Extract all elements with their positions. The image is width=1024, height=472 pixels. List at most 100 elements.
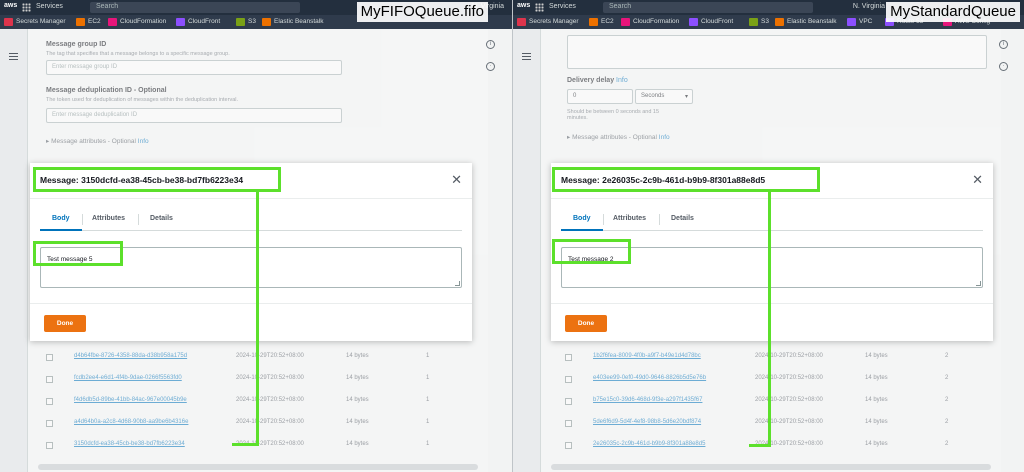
tab-body[interactable]: Body xyxy=(52,215,70,222)
services-menu[interactable]: Services xyxy=(549,3,576,10)
table-row[interactable]: 5de6f6d9-5d4f-4ef8-98b8-5d6e20bdf874 202… xyxy=(565,413,985,435)
services-menu[interactable]: Services xyxy=(36,3,63,10)
ec2-icon xyxy=(589,18,598,26)
cloudfront-icon xyxy=(176,18,185,26)
message-id-link[interactable]: fcdb2ee4-e6d1-4f4b-9dae-0266f5563fd0 xyxy=(74,375,182,381)
tab-attributes[interactable]: Attributes xyxy=(613,215,646,222)
message-id-link[interactable]: 3150dcfd-ea38-45cb-be38-bd7fb6223e34 xyxy=(74,441,185,447)
sent-time: 2024-10-29T20:52+08:00 xyxy=(236,375,304,381)
message-body-text: Test message 5 xyxy=(47,256,93,263)
table-row[interactable]: d4b64fbe-8726-4358-88da-d38b958a175d 202… xyxy=(46,347,466,369)
message-body-input[interactable] xyxy=(567,35,987,69)
message-size: 14 bytes xyxy=(865,419,888,425)
done-button[interactable]: Done xyxy=(44,315,86,332)
table-row[interactable]: fcdb2ee4-e6d1-4f4b-9dae-0266f5563fd0 202… xyxy=(46,369,466,391)
delivery-delay-label: Delivery delay Info xyxy=(567,77,628,84)
message-size: 14 bytes xyxy=(346,397,369,403)
favorite-elastic-beanstalk[interactable]: Elastic Beanstalk xyxy=(262,17,324,27)
favorite-cloudfront[interactable]: CloudFront xyxy=(176,17,220,27)
delivery-delay-unit-select[interactable]: Seconds ▾ xyxy=(635,89,693,104)
group-id-input[interactable]: Enter message group ID xyxy=(46,60,342,75)
message-id-link[interactable]: f4d6db5d-89be-41bb-84ac-967e00045b9e xyxy=(74,397,187,403)
receive-count: 1 xyxy=(426,375,430,381)
services-grid-icon[interactable] xyxy=(535,3,544,12)
resize-handle-icon[interactable] xyxy=(455,281,460,286)
favorite-secrets-manager[interactable]: Secrets Manager xyxy=(4,17,66,27)
message-size: 14 bytes xyxy=(346,375,369,381)
active-tab-indicator xyxy=(40,229,82,231)
tab-body[interactable]: Body xyxy=(573,215,591,222)
close-icon[interactable]: ✕ xyxy=(451,172,462,188)
info-icon[interactable]: i xyxy=(486,40,495,49)
group-id-label: Message group ID xyxy=(46,41,107,48)
delivery-delay-input[interactable]: 0 xyxy=(567,89,633,104)
close-icon[interactable]: ✕ xyxy=(972,172,983,188)
sent-time: 2024-10-29T20:52+08:00 xyxy=(755,419,823,425)
message-attributes-toggle[interactable]: ▸ Message attributes - Optional Info xyxy=(46,137,149,145)
message-id-link[interactable]: e403ee99-0ef0-49d0-9646-8826b5d5e76b xyxy=(593,375,706,381)
menu-icon[interactable] xyxy=(9,53,18,60)
row-checkbox[interactable] xyxy=(46,420,53,427)
favorite-vpc[interactable]: VPC xyxy=(847,17,872,27)
message-id-link[interactable]: 1b2f6fea-8009-4f0b-a9f7-b49e1d4d78bc xyxy=(593,353,701,359)
tab-divider xyxy=(603,214,604,225)
row-checkbox[interactable] xyxy=(565,442,572,449)
search-input[interactable]: Search xyxy=(603,2,813,13)
row-checkbox[interactable] xyxy=(46,354,53,361)
message-id-link[interactable]: d4b64fbe-8726-4358-88da-d38b958a175d xyxy=(74,353,187,359)
tab-details[interactable]: Details xyxy=(671,215,694,222)
favorite-ec2[interactable]: EC2 xyxy=(76,17,101,27)
feedback-icon[interactable]: · xyxy=(486,62,495,71)
table-row[interactable]: 3150dcfd-ea38-45cb-be38-bd7fb6223e34 202… xyxy=(46,435,466,457)
tab-details[interactable]: Details xyxy=(150,215,173,222)
aws-logo[interactable]: aws xyxy=(517,2,530,9)
row-checkbox[interactable] xyxy=(46,442,53,449)
row-checkbox[interactable] xyxy=(565,376,572,383)
secrets-manager-icon xyxy=(4,18,13,26)
row-checkbox[interactable] xyxy=(565,398,572,405)
favorite-secrets-manager[interactable]: Secrets Manager xyxy=(517,17,579,27)
favorite-ec2[interactable]: EC2 xyxy=(589,17,614,27)
table-row[interactable]: f4d6db5d-89be-41bb-84ac-967e00045b9e 202… xyxy=(46,391,466,413)
favorite-cloudformation[interactable]: CloudFormation xyxy=(108,17,166,27)
message-size: 14 bytes xyxy=(865,353,888,359)
tab-attributes[interactable]: Attributes xyxy=(92,215,125,222)
row-checkbox[interactable] xyxy=(46,398,53,405)
resize-handle-icon[interactable] xyxy=(976,281,981,286)
secrets-manager-icon xyxy=(517,18,526,26)
message-id-link[interactable]: a4d64b0a-a2c8-4d68-90b8-aa9be6b4316e xyxy=(74,419,188,425)
dedup-id-input[interactable]: Enter message deduplication ID xyxy=(46,108,342,123)
services-grid-icon[interactable] xyxy=(22,3,31,12)
sent-time: 2024-10-29T20:52+08:00 xyxy=(236,353,304,359)
info-icon[interactable]: i xyxy=(999,40,1008,49)
favorite-s3[interactable]: S3 xyxy=(749,17,769,27)
message-body-textarea[interactable]: Test message 5 xyxy=(40,247,462,288)
receive-count: 1 xyxy=(426,353,430,359)
sent-time: 2024-10-29T20:52+08:00 xyxy=(755,397,823,403)
search-input[interactable]: Search xyxy=(90,2,300,13)
row-checkbox[interactable] xyxy=(565,354,572,361)
row-checkbox[interactable] xyxy=(565,420,572,427)
favorite-cloudfront[interactable]: CloudFront xyxy=(689,17,733,27)
table-row[interactable]: b75e15c0-39d6-468d-9f3e-a297f1435f67 202… xyxy=(565,391,985,413)
row-checkbox[interactable] xyxy=(46,376,53,383)
message-attributes-toggle[interactable]: ▸ Message attributes - Optional Info xyxy=(567,133,670,141)
table-row[interactable]: e403ee99-0ef0-49d0-9646-8826b5d5e76b 202… xyxy=(565,369,985,391)
message-id-link[interactable]: 2e26035c-2c9b-461d-b9b9-8f301a88e8d5 xyxy=(593,441,705,447)
horizontal-scrollbar[interactable] xyxy=(38,464,478,470)
message-body-textarea[interactable]: Test message 2 xyxy=(561,247,983,288)
favorite-elastic-beanstalk[interactable]: Elastic Beanstalk xyxy=(775,17,837,27)
message-id-link[interactable]: b75e15c0-39d6-468d-9f3e-a297f1435f67 xyxy=(593,397,702,403)
table-row[interactable]: 2e26035c-2c9b-461d-b9b9-8f301a88e8d5 202… xyxy=(565,435,985,457)
table-row[interactable]: 1b2f6fea-8009-4f0b-a9f7-b49e1d4d78bc 202… xyxy=(565,347,985,369)
favorite-s3[interactable]: S3 xyxy=(236,17,256,27)
horizontal-scrollbar[interactable] xyxy=(551,464,991,470)
feedback-icon[interactable]: · xyxy=(999,62,1008,71)
table-row[interactable]: a4d64b0a-a2c8-4d68-90b8-aa9be6b4316e 202… xyxy=(46,413,466,435)
done-button[interactable]: Done xyxy=(565,315,607,332)
message-id-link[interactable]: 5de6f6d9-5d4f-4ef8-98b8-5d6e20bdf874 xyxy=(593,419,701,425)
region-selector[interactable]: N. Virginia xyxy=(853,3,885,10)
menu-icon[interactable] xyxy=(522,53,531,60)
aws-logo[interactable]: aws xyxy=(4,2,17,9)
favorite-cloudformation[interactable]: CloudFormation xyxy=(621,17,679,27)
